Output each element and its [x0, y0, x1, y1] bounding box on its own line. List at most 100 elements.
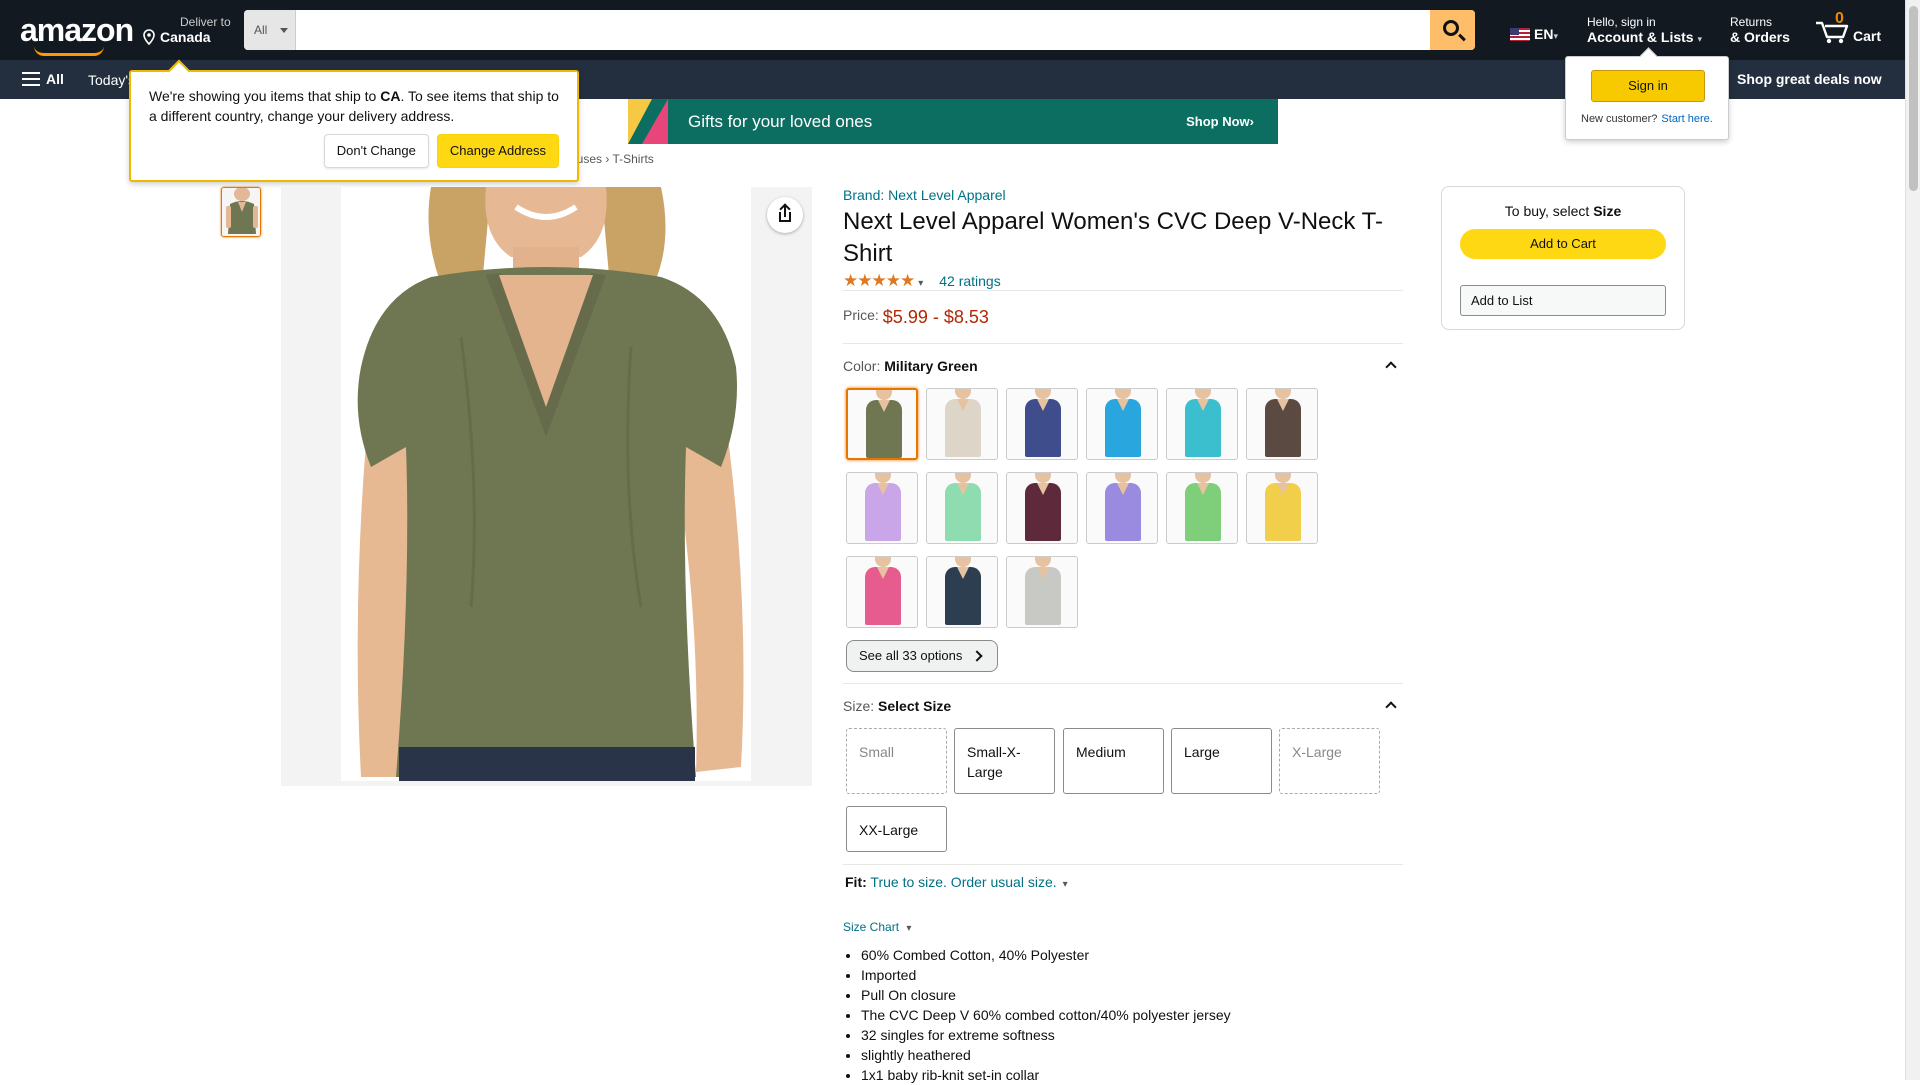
swatch-neckline [1197, 399, 1209, 411]
logo-text: amazon [20, 12, 134, 48]
fit-value-link[interactable]: True to size. Order usual size. [870, 874, 1056, 890]
swatch-model-head [1035, 557, 1051, 567]
caret-down-icon: ▾ [1697, 34, 1702, 44]
feature-bullet: slightly heathered [861, 1045, 1231, 1065]
popover-message: We're showing you items that ship to CA.… [149, 88, 559, 124]
scrollbar-thumb[interactable] [1909, 6, 1918, 191]
banner-decoration [642, 99, 668, 144]
us-flag-icon [1510, 28, 1530, 41]
search-button[interactable] [1430, 10, 1475, 50]
swatch-neckline [1117, 399, 1129, 411]
see-all-label: See all 33 options [859, 648, 963, 663]
new-customer-text: New customer? Start here. [1581, 113, 1713, 125]
brand-link[interactable]: Brand: Next Level Apparel [843, 187, 1006, 203]
fit-row: Fit: True to size. Order usual size. ▾ [845, 874, 1068, 890]
color-swatch[interactable] [846, 472, 918, 544]
cart-button[interactable]: 0 Cart [1815, 10, 1895, 50]
chevron-down-icon[interactable]: ▾ [918, 278, 923, 289]
swatch-model-head [1275, 389, 1291, 399]
see-all-options-button[interactable]: See all 33 options [846, 640, 998, 672]
swatch-model-head [1195, 389, 1211, 399]
signin-flyout: Sign in New customer? Start here. [1565, 56, 1729, 140]
swatch-neckline [1277, 399, 1289, 411]
color-swatch[interactable] [1086, 388, 1158, 460]
color-swatch[interactable] [846, 556, 918, 628]
color-swatch[interactable] [926, 556, 998, 628]
size-option-medium[interactable]: Medium [1063, 728, 1164, 794]
size-option-xx-large[interactable]: XX-Large [846, 806, 947, 852]
all-menu-button[interactable]: All [22, 71, 64, 87]
color-swatch[interactable] [1006, 556, 1078, 628]
feature-bullet: The CVC Deep V 60% combed cotton/40% pol… [861, 1005, 1231, 1025]
feature-bullets: 60% Combed Cotton, 40% Polyester Importe… [861, 945, 1231, 1085]
hamburger-icon [22, 72, 40, 86]
search-category-dropdown[interactable]: All [244, 10, 296, 50]
shop-deals-link[interactable]: Shop great deals now [1737, 71, 1882, 87]
cart-label: Cart [1853, 28, 1882, 44]
change-address-button[interactable]: Change Address [436, 134, 559, 168]
ratings-count-link[interactable]: 42 ratings [939, 273, 1000, 289]
swatch-model-head [1035, 473, 1051, 483]
delivery-popover: We're showing you items that ship to CA.… [129, 70, 579, 182]
color-swatch[interactable] [1086, 472, 1158, 544]
search-category-label: All [254, 23, 268, 37]
breadcrumb[interactable]: ouses › T-Shirts [570, 152, 654, 166]
size-option-small[interactable]: Small [846, 728, 947, 794]
add-to-cart-button[interactable]: Add to Cart [1460, 229, 1666, 259]
swatch-neckline [1197, 483, 1209, 495]
language-label: EN [1534, 26, 1554, 42]
size-option-large[interactable]: Large [1171, 728, 1272, 794]
page-scrollbar[interactable] [1905, 0, 1920, 1080]
color-swatch[interactable] [1166, 388, 1238, 460]
product-title: Next Level Apparel Women's CVC Deep V-Ne… [843, 208, 1383, 267]
dont-change-button[interactable]: Don't Change [323, 134, 429, 168]
todays-deals-link[interactable]: Today's [88, 72, 135, 88]
deliver-to[interactable]: Deliver to Canada [142, 15, 231, 45]
account-lists[interactable]: Hello, sign in Account & Lists ▾ [1587, 15, 1702, 45]
color-swatch[interactable] [1006, 388, 1078, 460]
collapse-color-icon[interactable] [1385, 361, 1397, 373]
deliver-line1: Deliver to [180, 15, 231, 29]
swatch-neckline [1037, 483, 1049, 495]
color-swatch[interactable] [926, 472, 998, 544]
color-swatch[interactable] [846, 388, 918, 460]
feature-bullet: 32 singles for extreme softness [861, 1025, 1231, 1045]
price-label: Price: [843, 307, 879, 323]
color-swatch[interactable] [1246, 388, 1318, 460]
returns-orders[interactable]: Returns & Orders [1730, 15, 1790, 45]
returns-line1: Returns [1730, 15, 1773, 29]
selected-color: Military Green [884, 358, 978, 374]
promo-banner[interactable]: Gifts for your loved ones Shop Now› [628, 99, 1278, 144]
language-selector[interactable]: EN▾ [1510, 26, 1558, 42]
add-to-list-button[interactable]: Add to List [1460, 285, 1666, 316]
color-swatch[interactable] [1006, 472, 1078, 544]
signin-button[interactable]: Sign in [1591, 70, 1705, 102]
size-option-small-x-large[interactable]: Small-X-Large [954, 728, 1055, 794]
color-swatch[interactable] [926, 388, 998, 460]
divider [843, 343, 1403, 344]
start-here-link[interactable]: Start here. [1661, 113, 1712, 125]
swatch-model-head [955, 389, 971, 399]
color-swatch[interactable] [1246, 472, 1318, 544]
color-swatch[interactable] [1166, 472, 1238, 544]
product-main-image[interactable] [281, 187, 812, 786]
chevron-down-icon[interactable]: ▾ [1063, 879, 1068, 890]
selected-size: Select Size [878, 698, 952, 714]
amazon-logo[interactable]: amazon [20, 12, 134, 56]
feature-bullet: Pull On closure [861, 985, 1231, 1005]
collapse-size-icon[interactable] [1385, 701, 1397, 713]
account-greeting: Hello, sign in [1587, 15, 1656, 29]
thumbnail-image [222, 188, 260, 236]
size-option-x-large[interactable]: X-Large [1279, 728, 1380, 794]
size-chart-link[interactable]: Size Chart ▾ [843, 920, 911, 934]
search-bar: All [244, 10, 1475, 50]
share-button[interactable] [767, 197, 803, 233]
search-input[interactable] [296, 10, 1423, 50]
banner-text: Gifts for your loved ones [688, 112, 873, 131]
star-rating-icon[interactable]: ★★★★★ [843, 271, 915, 290]
model-wearing-shirt [281, 187, 812, 786]
product-thumbnail[interactable] [221, 187, 261, 237]
swatch-model-head [1275, 473, 1291, 483]
swatch-model-head [875, 473, 891, 483]
swatch-neckline [957, 483, 969, 495]
